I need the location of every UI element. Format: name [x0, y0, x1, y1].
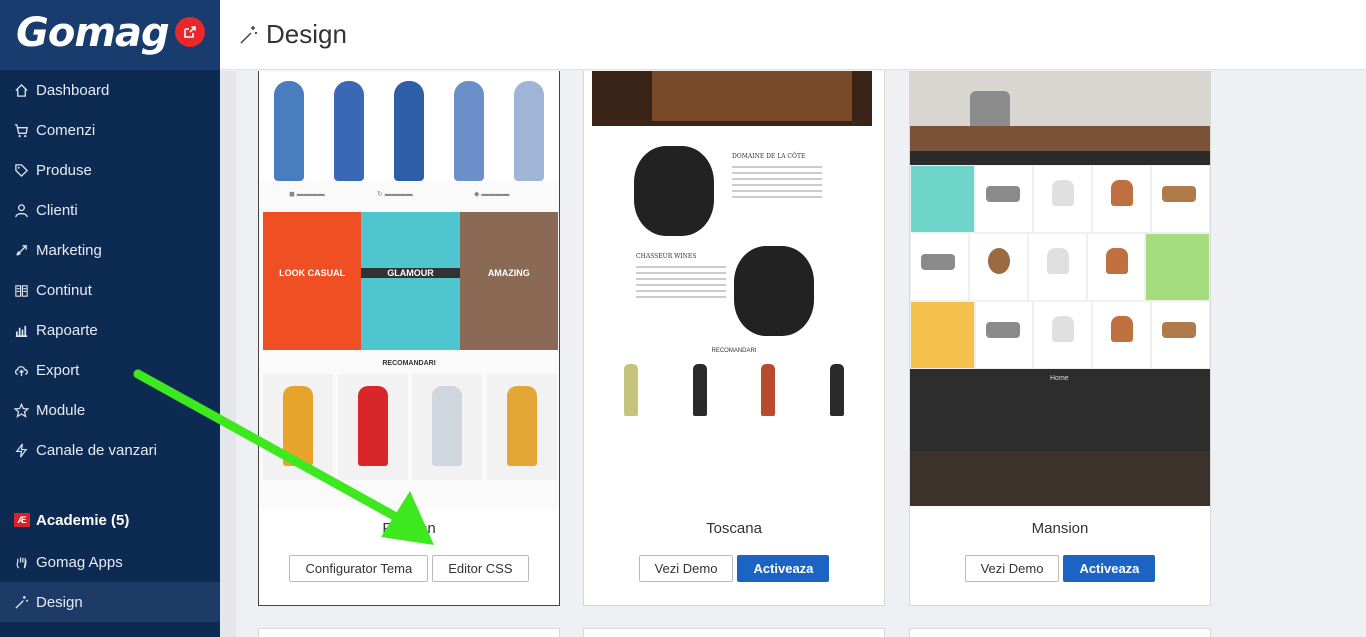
fashion-hero-image: [259, 71, 559, 181]
bolt-icon: [14, 443, 36, 458]
toscana-hero-image: [592, 71, 872, 126]
fashion-banners: LOOK CASUAL GLAMOUR AMAZING: [263, 212, 558, 350]
sidebar-item-label: Canale de vanzari: [36, 441, 157, 459]
mansion-info-bar: [910, 151, 1210, 165]
themes-area: ◼ ▬▬▬▬ ↻ ▬▬▬▬ ◆ ▬▬▬▬ LOOK CASUAL GLAMOUR…: [220, 71, 1366, 637]
configurator-tema-button[interactable]: Configurator Tema: [289, 555, 429, 582]
page-header: Design: [220, 0, 1366, 70]
food-image: [734, 246, 814, 336]
toscana-heading: CHASSEUR WINES: [636, 253, 697, 260]
theme-preview-fashion[interactable]: ◼ ▬▬▬▬ ↻ ▬▬▬▬ ◆ ▬▬▬▬ LOOK CASUAL GLAMOUR…: [259, 71, 559, 509]
fashion-products: [263, 374, 557, 480]
star-icon: [14, 402, 36, 418]
sidebar-item-label: Rapoarte: [36, 321, 98, 339]
theme-actions: Configurator Tema Editor CSS: [259, 555, 559, 582]
theme-name: Fashion: [382, 520, 436, 537]
sidebar-item-label: Gomag Apps: [36, 553, 123, 571]
toscana-products: [624, 364, 844, 416]
book-icon: [14, 283, 36, 298]
home-icon: [14, 83, 36, 98]
fashion-rec-title: RECOMANDARI: [382, 360, 436, 367]
theme-actions: Vezi Demo Activeaza: [910, 555, 1210, 582]
theme-card-next-row[interactable]: [909, 628, 1211, 637]
sidebar-item-export[interactable]: Export: [0, 350, 220, 390]
cart-icon: [14, 123, 36, 138]
sidebar-nav: Dashboard Comenzi Produse Clienti Market…: [0, 70, 220, 470]
cloud-upload-icon: [14, 363, 36, 378]
banner-label: AMAZING: [487, 268, 530, 278]
mansion-footer-title: Home: [1050, 375, 1069, 382]
sidebar-item-label: Continut: [36, 281, 92, 299]
academie-logo-icon: Æ: [14, 513, 30, 527]
theme-name: Mansion: [1031, 520, 1089, 537]
page-title: Design: [266, 19, 347, 49]
sidebar-item-label: Comenzi: [36, 121, 96, 139]
sidebar-item-label: Marketing: [36, 241, 102, 259]
banner-label: LOOK CASUAL: [279, 268, 346, 278]
sidebar-item-produse[interactable]: Produse: [0, 150, 220, 190]
slider-arrows-icon: ‹ ›: [846, 118, 856, 129]
external-link-icon[interactable]: [175, 17, 205, 47]
sidebar-item-marketing[interactable]: Marketing: [0, 230, 220, 270]
sidebar-item-dashboard[interactable]: Dashboard: [0, 70, 220, 110]
sidebar-item-clienti[interactable]: Clienti: [0, 190, 220, 230]
rocket-icon: [14, 243, 36, 258]
activeaza-button[interactable]: Activeaza: [737, 555, 830, 582]
sidebar: Gomag Dashboard Comenzi Produse Clienti …: [0, 0, 220, 637]
theme-preview-mansion[interactable]: Home: [910, 71, 1210, 509]
sidebar-item-label: Produse: [36, 161, 92, 179]
sidebar-item-design[interactable]: Design: [0, 582, 220, 622]
vezi-demo-button[interactable]: Vezi Demo: [638, 555, 734, 582]
sidebar-item-canale-de-vanzari[interactable]: Canale de vanzari: [0, 430, 220, 470]
mansion-footer-bottom: [910, 451, 1210, 506]
banner-label: GLAMOUR: [361, 268, 460, 278]
theme-card-next-row[interactable]: [258, 628, 560, 637]
tag-icon: [14, 163, 36, 178]
bar-chart-icon: [14, 323, 36, 338]
theme-card-next-row[interactable]: [583, 628, 885, 637]
sidebar-item-label: Design: [36, 593, 83, 611]
gomag-logo[interactable]: Gomag: [16, 10, 170, 56]
toscana-heading: DOMAINE DE LA CÔTE: [732, 153, 806, 160]
sidebar-item-continut[interactable]: Continut: [0, 270, 220, 310]
sidebar-item-label: Dashboard: [36, 81, 110, 99]
mansion-hero-image: [910, 71, 1210, 151]
theme-card-fashion[interactable]: ◼ ▬▬▬▬ ↻ ▬▬▬▬ ◆ ▬▬▬▬ LOOK CASUAL GLAMOUR…: [258, 71, 560, 606]
theme-actions: Vezi Demo Activeaza: [584, 555, 884, 582]
sidebar-item-comenzi[interactable]: Comenzi: [0, 110, 220, 150]
activeaza-button[interactable]: Activeaza: [1063, 555, 1156, 582]
magic-wand-icon: [14, 595, 36, 610]
sidebar-item-label: Export: [36, 361, 80, 379]
theme-card-toscana[interactable]: ‹ › DOMAINE DE LA CÔTE CHASSEUR WINES RE…: [583, 71, 885, 606]
hand-icon: [14, 555, 36, 570]
user-icon: [14, 203, 36, 218]
sidebar-item-label: Academie (5): [36, 511, 130, 529]
sidebar-item-academie[interactable]: Æ Academie (5): [0, 500, 220, 540]
theme-card-mansion[interactable]: Home Mansion Vezi Demo Activeaza: [909, 71, 1211, 606]
logo-bar: Gomag: [0, 0, 220, 70]
sidebar-item-module[interactable]: Module: [0, 390, 220, 430]
wine-image: [634, 146, 714, 236]
sidebar-item-label: Module: [36, 401, 86, 419]
fashion-info-bar: ◼ ▬▬▬▬ ↻ ▬▬▬▬ ◆ ▬▬▬▬: [289, 191, 510, 198]
toscana-rec-title: RECOMANDARI: [711, 348, 757, 354]
sidebar-item-label: Clienti: [36, 201, 78, 219]
magic-wand-icon: [240, 25, 257, 44]
theme-name: Toscana: [706, 520, 762, 537]
mansion-product-grid: [910, 165, 1210, 369]
theme-preview-toscana[interactable]: ‹ › DOMAINE DE LA CÔTE CHASSEUR WINES RE…: [584, 71, 884, 509]
sidebar-item-gomag-apps[interactable]: Gomag Apps: [0, 542, 220, 582]
vezi-demo-button[interactable]: Vezi Demo: [964, 555, 1060, 582]
editor-css-button[interactable]: Editor CSS: [432, 555, 529, 582]
sidebar-item-rapoarte[interactable]: Rapoarte: [0, 310, 220, 350]
left-gutter: [220, 71, 236, 637]
